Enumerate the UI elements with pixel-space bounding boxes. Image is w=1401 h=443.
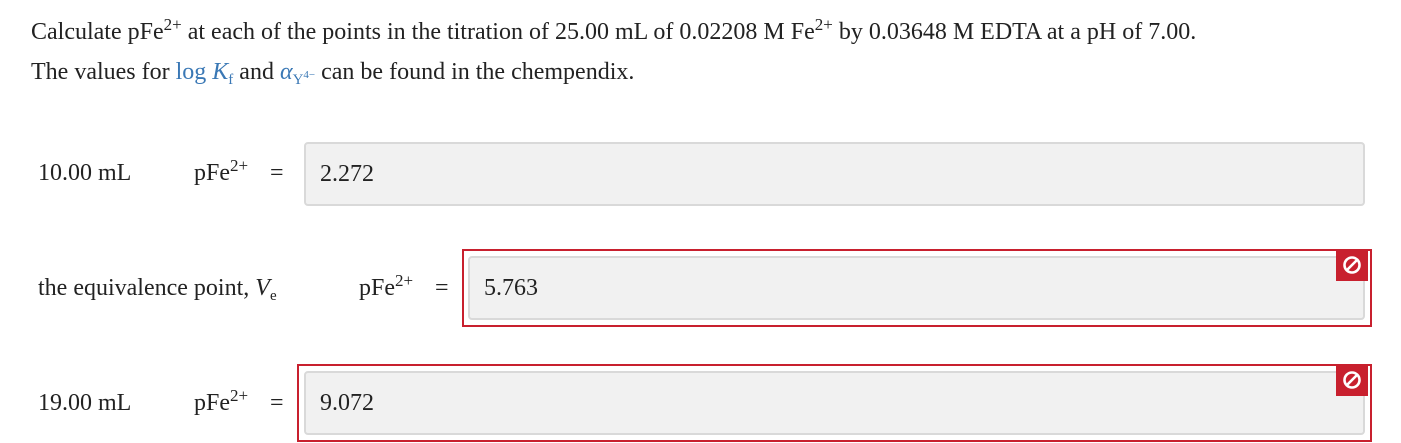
question-text-part: The values for	[31, 59, 176, 85]
prohibited-icon	[1336, 249, 1368, 281]
quantity-text: pFe	[359, 275, 395, 301]
row-volume-label: 10.00 mL	[38, 160, 132, 186]
log-kf-link[interactable]: log Kf	[175, 59, 234, 88]
row-quantity-label: pFe2+	[194, 386, 249, 418]
label-prefix: the equivalence point,	[38, 275, 256, 301]
question-text-part: can be found in the chempendix.	[315, 59, 635, 85]
row-quantity-label: pFe2+	[194, 156, 249, 188]
row-volume-label: 19.00 mL	[38, 390, 132, 416]
question-text: Calculate pFe2+ at each of the points in…	[31, 12, 1391, 92]
quantity-text: pFe	[194, 160, 230, 186]
equals-sign: =	[270, 390, 284, 416]
alpha-subscript-charge: 4−	[303, 69, 316, 81]
label-variable: V	[255, 275, 270, 301]
equals-sign: =	[270, 160, 284, 186]
equals-sign: =	[435, 275, 449, 301]
charge-superscript: 2+	[163, 15, 182, 34]
charge-superscript: 2+	[230, 386, 249, 405]
answer-input-19ml[interactable]: 9.072	[304, 371, 1365, 435]
charge-superscript: 2+	[230, 156, 249, 175]
answer-value: 5.763	[484, 274, 538, 301]
answer-value: 2.272	[320, 160, 374, 187]
row-quantity-label: pFe2+	[359, 271, 414, 303]
charge-superscript: 2+	[814, 15, 833, 34]
alpha-y4-link[interactable]: αY4−	[279, 59, 316, 88]
log-kf-k: K	[212, 59, 229, 85]
question-text-part: and	[233, 59, 280, 85]
question-text-part: at each of the points in the titration o…	[181, 19, 815, 45]
question-line-1: Calculate pFe2+ at each of the points in…	[31, 12, 1391, 52]
log-kf-log: log	[175, 59, 213, 85]
alpha-symbol: α	[279, 59, 293, 85]
question-text-part: by 0.03648 M EDTA at a pH of 7.00.	[832, 19, 1197, 45]
question-line-2: The values for log Kf and αY4− can be fo…	[31, 52, 1391, 92]
answer-value: 9.072	[320, 389, 374, 416]
question-text-part: Calculate pFe	[31, 19, 164, 45]
charge-superscript: 2+	[395, 271, 414, 290]
row-volume-label: the equivalence point, Ve	[38, 273, 277, 304]
label-subscript: e	[269, 288, 277, 304]
alpha-subscript-y: Y	[292, 72, 304, 88]
prohibited-icon	[1336, 364, 1368, 396]
answer-input-10ml[interactable]: 2.272	[304, 142, 1365, 206]
answer-input-equivalence[interactable]: 5.763	[468, 256, 1365, 320]
quantity-text: pFe	[194, 390, 230, 416]
